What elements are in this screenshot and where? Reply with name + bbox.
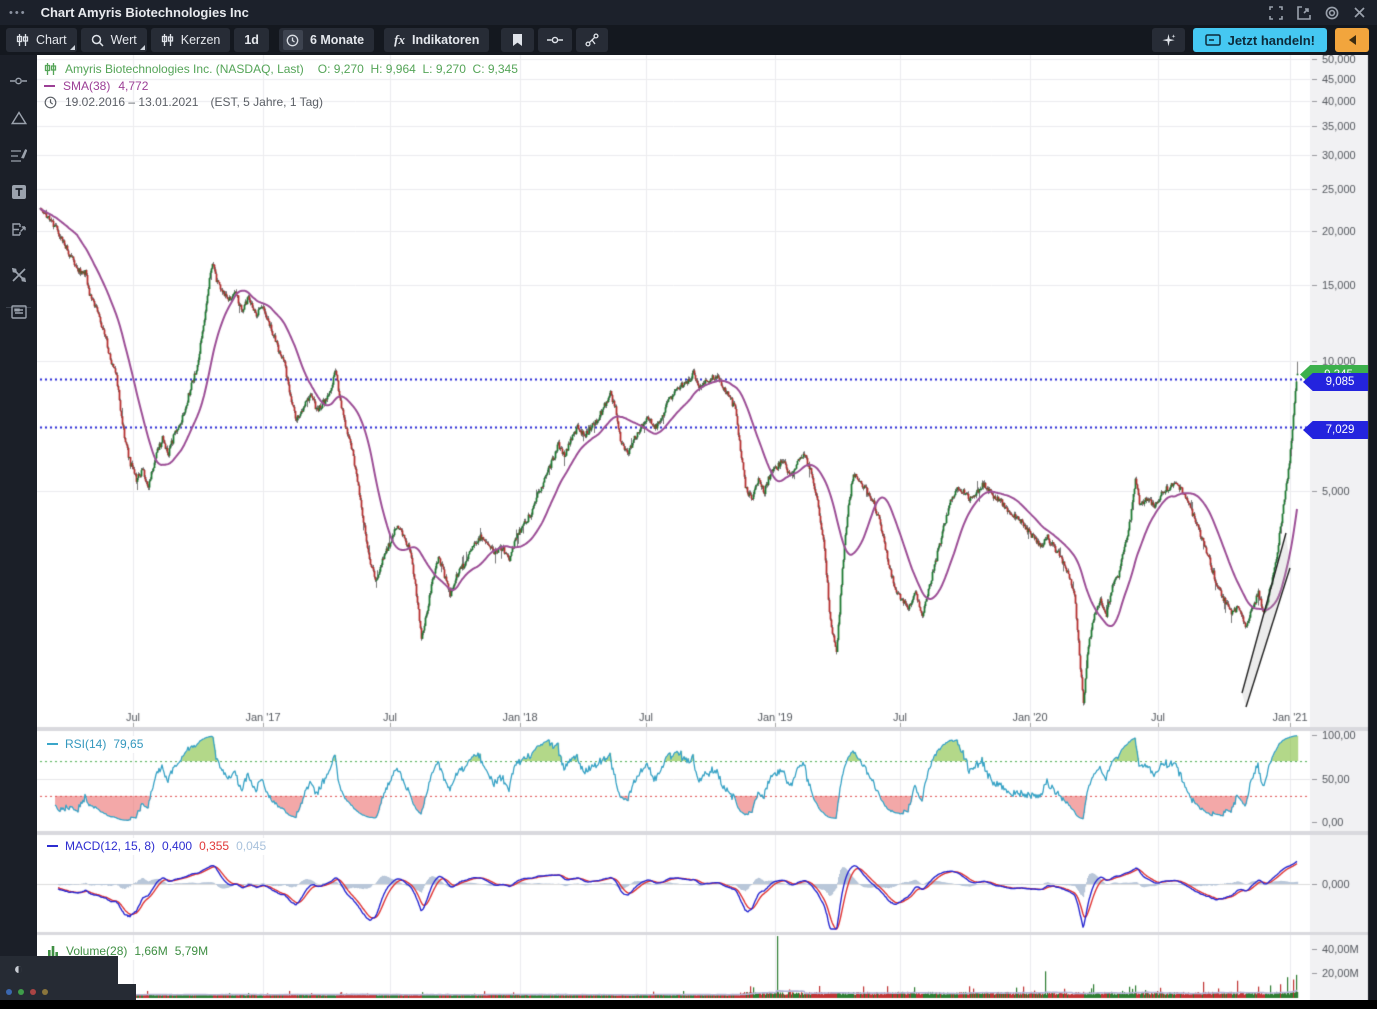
sparkle-icon: [1161, 33, 1176, 48]
range-info: (EST, 5 Jahre, 1 Tag): [210, 95, 323, 109]
indicators-button[interactable]: fx Indikatoren: [384, 28, 489, 52]
text-tool-icon[interactable]: [0, 177, 37, 207]
instrument-search-button[interactable]: Wert: [81, 28, 147, 52]
ohlc-values: O: 9,270 H: 9,964 L: 9,270 C: 9,345: [318, 62, 518, 76]
dropdown-corner: [70, 45, 75, 50]
effects-button[interactable]: [1152, 28, 1185, 52]
toolbar-right-group: Jetzt handeln!: [1148, 25, 1369, 55]
interval-button[interactable]: 1d: [234, 28, 269, 52]
macd-legend: MACD(12, 15, 8) 0,400 0,355 0,045: [44, 838, 271, 855]
search-icon: [91, 34, 104, 47]
widget-menu-icon[interactable]: •••: [9, 7, 27, 19]
rsi-value: 79,65: [113, 737, 143, 751]
kerzen-button-label: Kerzen: [181, 33, 221, 47]
chart-app-window: ••• Chart Amyris Biotechnologies Inc Cha…: [0, 0, 1377, 1009]
left-triangle-icon: [1349, 35, 1356, 45]
macd-hist-value: 0,045: [236, 839, 266, 853]
settings-tools-icon[interactable]: [0, 260, 37, 290]
fullscreen-icon[interactable]: [1268, 5, 1283, 20]
trade-button-label: Jetzt handeln!: [1228, 33, 1315, 48]
tray-dot-olive[interactable]: [42, 989, 48, 995]
bookmark-button[interactable]: [501, 28, 534, 52]
tray-dot-blue[interactable]: [6, 989, 12, 995]
candle-style-button[interactable]: Kerzen: [151, 28, 231, 52]
macd-label[interactable]: MACD(12, 15, 8): [65, 839, 155, 853]
rsi-line-swatch: [47, 743, 58, 745]
sma-value: 4,772: [118, 79, 148, 93]
date-range-legend: 19.02.2016 – 13.01.2021 (EST, 5 Jahre, 1…: [44, 95, 323, 109]
range-label: 6 Monate: [310, 33, 364, 47]
layout-templates-icon[interactable]: [0, 297, 37, 327]
tray-dot-red[interactable]: [30, 989, 36, 995]
fx-icon: fx: [394, 32, 405, 48]
molecule-icon: [585, 33, 599, 47]
trade-card-icon: [1205, 34, 1221, 46]
volume-value: 5,79M: [175, 944, 208, 958]
sma-line-swatch: [44, 85, 55, 87]
record-icon[interactable]: [1324, 5, 1339, 20]
indicator-color-tray: [0, 984, 136, 1000]
chart-button-label: Chart: [36, 33, 67, 47]
tray-dot-green[interactable]: [18, 989, 24, 995]
candles-icon: [16, 33, 29, 47]
sma-label[interactable]: SMA(38): [63, 79, 110, 93]
bottom-bar: [0, 1000, 1377, 1009]
fibonacci-tool-icon[interactable]: [0, 140, 37, 170]
time-range-button[interactable]: 6 Monate: [279, 28, 374, 52]
horizontal-line-tool-icon[interactable]: [0, 66, 37, 96]
clock-icon: [283, 30, 303, 50]
macd-line-swatch: [47, 845, 58, 847]
window-title: Chart Amyris Biotechnologies Inc: [41, 5, 249, 20]
collapse-panel-button[interactable]: [1335, 28, 1369, 52]
instrument-name[interactable]: Amyris Biotechnologies Inc. (NASDAQ, Las…: [65, 62, 304, 76]
popout-icon[interactable]: [1296, 5, 1311, 20]
sma-legend: SMA(38) 4,772: [44, 79, 148, 93]
alert-price-tag-upper[interactable]: 9,085: [1303, 373, 1368, 391]
macd-signal-value: 0,355: [199, 839, 229, 853]
volume-ma-value: 1,66M: [134, 944, 167, 958]
rsi-label[interactable]: RSI(14): [65, 737, 106, 751]
title-bar: ••• Chart Amyris Biotechnologies Inc: [0, 0, 1377, 25]
triangle-tool-icon[interactable]: [0, 103, 37, 133]
bookmark-icon: [512, 33, 523, 47]
close-icon[interactable]: [1352, 5, 1367, 20]
crosshair-line-button[interactable]: [538, 28, 572, 52]
chart-type-button[interactable]: Chart: [6, 28, 77, 52]
clock-icon: [44, 96, 57, 109]
drawing-tools-sidebar: [0, 55, 37, 1000]
trade-now-button[interactable]: Jetzt handeln!: [1193, 28, 1327, 52]
candles-icon: [161, 33, 174, 47]
annotation-tool-icon[interactable]: [0, 214, 37, 244]
contrast-theme-icon[interactable]: ◐: [0, 956, 37, 984]
wert-button-label: Wert: [111, 33, 137, 47]
interval-label: 1d: [244, 33, 259, 47]
instrument-legend: Amyris Biotechnologies Inc. (NASDAQ, Las…: [44, 62, 518, 76]
pattern-tool-button[interactable]: [576, 28, 608, 52]
rsi-legend: RSI(14) 79,65: [44, 736, 148, 753]
macd-value: 0,400: [162, 839, 192, 853]
date-range: 19.02.2016 – 13.01.2021: [65, 95, 198, 109]
dropdown-corner: [140, 45, 145, 50]
price-chart-canvas[interactable]: [37, 55, 1377, 1000]
line-marker-icon: [547, 35, 563, 45]
candles-icon: [44, 62, 57, 76]
alert-price-tag-lower[interactable]: 7,029: [1303, 421, 1368, 439]
indicators-label: Indikatoren: [412, 33, 479, 47]
